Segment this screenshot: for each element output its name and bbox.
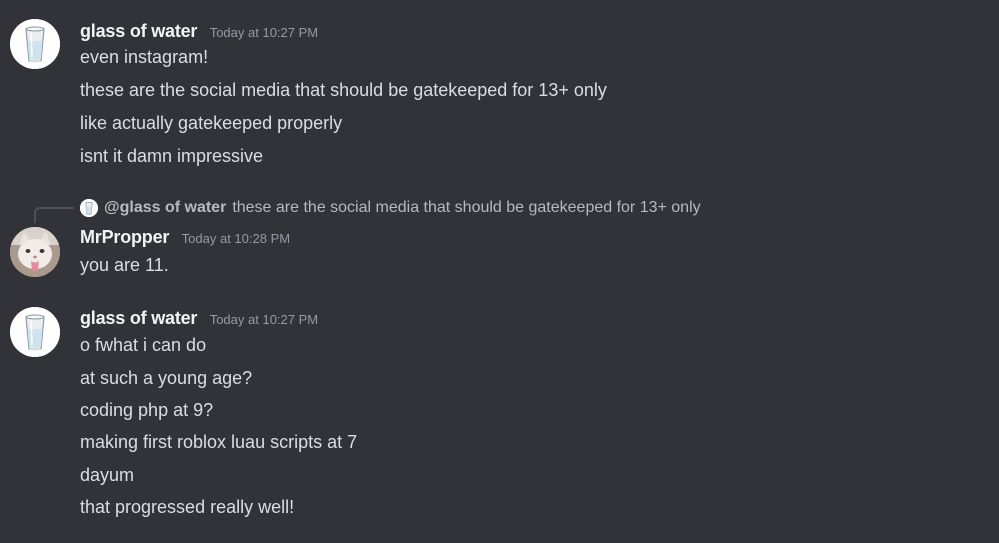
glass-of-water-icon[interactable]: [10, 307, 60, 357]
message-line: at such a young age?: [80, 368, 253, 388]
message-header: glass of water Today at 10:27 PM: [80, 21, 318, 42]
cat-avatar-icon[interactable]: [10, 227, 60, 277]
message-line: dayum: [80, 465, 135, 485]
message-header: glass of water Today at 10:27 PM: [80, 308, 318, 329]
reply-text[interactable]: these are the social media that should b…: [232, 199, 700, 217]
message-line: coding php at 9?: [80, 400, 214, 420]
timestamp: Today at 10:27 PM: [209, 312, 319, 327]
message-line: isnt it damn impressive: [80, 146, 264, 166]
reply-author[interactable]: @glass of water: [104, 199, 226, 217]
reply-connector: [34, 207, 74, 223]
message-line: these are the social media that should b…: [80, 80, 607, 100]
username[interactable]: MrPropper: [80, 227, 169, 247]
username[interactable]: glass of water: [80, 21, 197, 41]
reply-preview[interactable]: @glass of water these are the social med…: [80, 198, 701, 218]
chat-messages: glass of water Today at 10:27 PM even in…: [0, 0, 999, 543]
message-line: that progressed really well!: [80, 497, 295, 517]
message-header: MrPropper Today at 10:28 PM: [80, 227, 290, 248]
message-line: you are 11.: [80, 255, 169, 275]
glass-of-water-icon: [80, 199, 98, 217]
message-line: even instagram!: [80, 47, 209, 67]
message-line: o fwhat i can do: [80, 335, 207, 355]
glass-of-water-icon[interactable]: [10, 19, 60, 69]
timestamp: Today at 10:27 PM: [209, 25, 319, 40]
timestamp: Today at 10:28 PM: [181, 231, 291, 246]
message-line: like actually gatekeeped properly: [80, 113, 343, 133]
username[interactable]: glass of water: [80, 308, 197, 328]
message-line: making first roblox luau scripts at 7: [80, 432, 358, 452]
